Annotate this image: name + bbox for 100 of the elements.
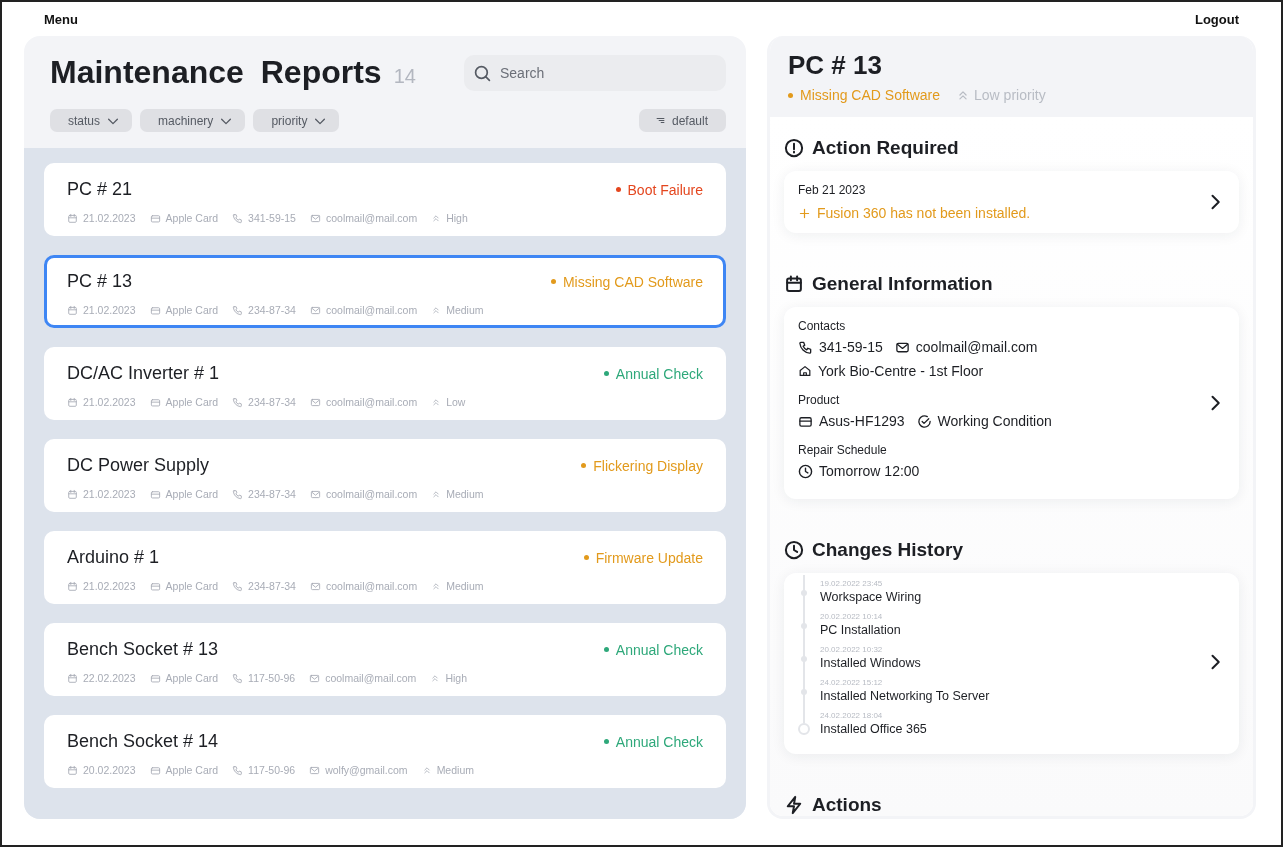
card-icon [149,672,161,684]
phone-icon [232,580,244,592]
email-text: wolfy@gmail.com [325,764,408,776]
email-text: coolmail@mail.com [325,212,418,224]
status-label: Flickering Display [593,457,703,474]
chevrons-up-icon [431,213,442,223]
card-icon [149,488,161,500]
mail-icon [309,212,321,224]
report-card[interactable]: DC/AC Inverter # 1 Annual Check 21.02.2023 Apple Card 234-87-34 coolmail@mail.com Low [44,347,726,420]
filter-dropdown[interactable]: priority [253,109,340,132]
report-card[interactable]: PC # 21 Boot Failure 21.02.2023 Apple Card 341-59-15 coolmail@mail.com High [44,163,726,236]
date-text: 21.02.2023 [83,580,136,592]
priority-text: High [446,212,468,224]
status-label: Annual Check [615,733,703,750]
action-date: Feb 21 2023 [798,183,867,197]
status-label: Missing CAD Software [800,87,941,103]
calendar-icon [67,580,78,592]
report-title: DC/AC Inverter # 1 [67,363,220,384]
phone-text: 234-87-34 [248,580,296,592]
check-circle-icon [916,413,932,429]
payment-text: Apple Card [165,212,219,224]
report-title: Arduino # 1 [67,547,160,568]
phone-text: 117-50-96 [248,764,296,776]
report-card[interactable]: Bench Socket # 13 Annual Check 22.02.2023 Apple Card 117-50-96 coolmail@mail.com High [44,623,726,696]
calendar-icon [67,764,78,776]
mail-icon [309,672,321,684]
priority-text: Medium [446,580,484,592]
calendar-icon [67,396,78,408]
menu-link[interactable]: Menu [44,11,78,27]
entry-text: PC Installation [820,623,901,637]
section-heading: Actions [812,794,882,816]
card-icon [149,304,161,316]
status-label: Annual Check [615,641,703,658]
email-text: coolmail@mail.com [325,304,418,316]
report-count: 14 [393,65,416,88]
mail-icon [309,488,321,500]
entry-text: Installed Windows [820,656,921,670]
report-card[interactable]: Arduino # 1 Firmware Update 21.02.2023 Apple Card 234-87-34 coolmail@mail.com Medium [44,531,726,604]
card-icon [149,396,161,408]
report-card[interactable]: PC # 13 Missing CAD Software 21.02.2023 Apple Card 234-87-34 coolmail@mail.com Medium [44,255,726,328]
calendar-icon [67,672,78,684]
logout-link[interactable]: Logout [1194,11,1239,27]
entry-time: 20.02.2022 10:32 [820,645,884,654]
phone-icon [798,339,813,355]
email-text: coolmail@mail.com [325,488,418,500]
phone-icon [232,764,244,776]
action-message: Fusion 360 has not been installed. [817,205,1031,221]
search-field[interactable]: Search [464,54,726,91]
mail-icon [309,304,321,316]
sort-icon [654,115,666,126]
phone-text: 234-87-34 [248,304,296,316]
report-card[interactable]: DC Power Supply Flickering Display 21.02.2023 Apple Card 234-87-34 coolmail@mail.com Medium [44,439,726,512]
filter-dropdown[interactable]: machinery [140,109,246,132]
date-text: 21.02.2023 [83,304,136,316]
email-text: coolmail@mail.com [325,672,417,684]
report-title: Bench Socket # 13 [67,639,219,660]
status-label: Boot Failure [627,181,703,198]
phone-icon [232,488,244,500]
priority-text: High [445,672,467,684]
phone-text: 117-50-96 [248,672,296,684]
priority-label: Low priority [974,87,1046,103]
field-label: Product [798,393,841,407]
mail-icon [309,764,321,776]
chevrons-up-icon [430,673,441,683]
clock-icon [798,463,813,479]
date-text: 20.02.2023 [83,764,136,776]
clock-icon [784,540,804,560]
mail-icon [309,396,321,408]
section-heading: Changes History [812,539,963,561]
phone-text: 234-87-34 [248,396,296,408]
status-label: Firmware Update [595,549,703,566]
chevrons-up-icon [431,397,442,407]
payment-text: Apple Card [165,672,219,684]
action-card[interactable]: Feb 21 2023 Fusion 360 has not been installed. [784,171,1239,233]
field-label: Repair Schedule [798,443,888,457]
status-label: Missing CAD Software [562,273,703,290]
priority-text: Medium [446,304,484,316]
card-icon [149,580,161,592]
phone-icon [232,672,244,684]
card-icon [149,212,161,224]
date-text: 21.02.2023 [83,212,136,224]
calendar-icon [67,488,78,500]
history-card[interactable]: 19.02.2022 23:45 Workspace Wiring 20.02.2022 10:14 PC Installation 20.02.2022 10:32 Installed Windows 24.02.2022 15:12 Installed Networking To Server 24.02.2022 18:04 Installed Office 365 [784,573,1239,754]
page-title: Maintenance Reports [50,54,382,91]
chevrons-up-icon [431,305,442,315]
calendar-icon [67,212,78,224]
filter-dropdown[interactable]: status [50,109,132,132]
field-label: Contacts [798,319,847,333]
product-text: Asus-HF1293 [819,413,905,429]
mail-icon [309,580,321,592]
sort-button[interactable]: default [638,109,726,132]
payment-text: Apple Card [165,396,219,408]
detail-title: PC # 13 [788,50,883,81]
info-card[interactable]: Contacts 341-59-15 coolmail@mail.com York Bio-Centre - 1st Floor Product Asus-HF1293 Working Condition Repair Schedule Tomorrow 12:00 [784,307,1239,499]
chevrons-up-icon [431,581,442,591]
report-title: PC # 13 [67,271,133,292]
entry-time: 24.02.2022 15:12 [820,678,884,687]
location-text: York Bio-Centre - 1st Floor [818,363,984,379]
report-card[interactable]: Bench Socket # 14 Annual Check 20.02.2023 Apple Card 117-50-96 wolfy@gmail.com Medium [44,715,726,788]
payment-text: Apple Card [165,304,219,316]
